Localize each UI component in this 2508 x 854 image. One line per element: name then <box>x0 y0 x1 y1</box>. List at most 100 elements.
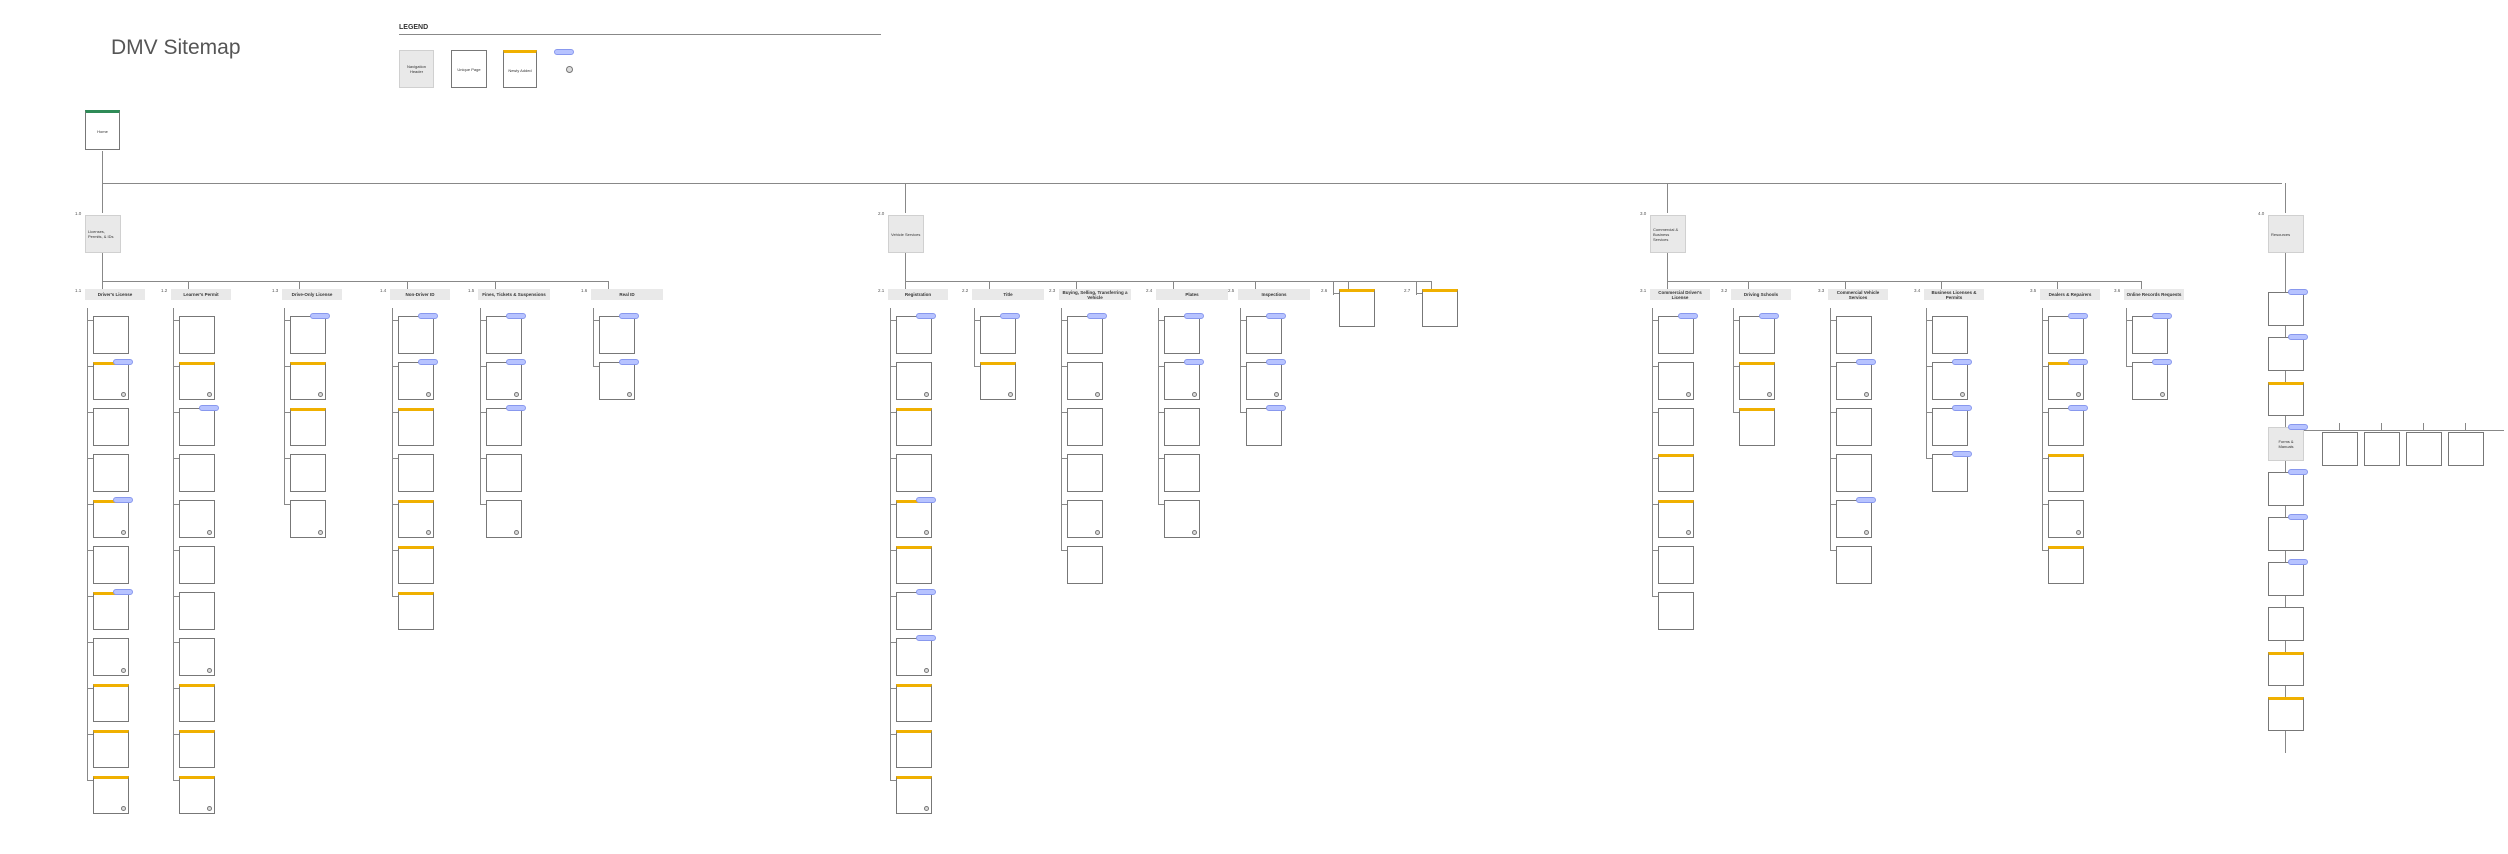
page-node[interactable] <box>179 454 215 492</box>
page-node[interactable] <box>1067 316 1103 354</box>
resource-page[interactable] <box>2268 697 2304 731</box>
page-node[interactable] <box>896 500 932 538</box>
page-node[interactable] <box>486 316 522 354</box>
page-node[interactable] <box>1339 289 1375 327</box>
page-node[interactable] <box>1658 500 1694 538</box>
resource-page[interactable] <box>2268 652 2304 686</box>
page-node[interactable] <box>1164 362 1200 400</box>
page-node[interactable] <box>896 638 932 676</box>
page-node[interactable] <box>896 776 932 814</box>
page-node[interactable] <box>398 454 434 492</box>
resource-page[interactable] <box>2268 337 2304 371</box>
page-node[interactable] <box>486 408 522 446</box>
page-node[interactable] <box>290 500 326 538</box>
page-node[interactable] <box>398 592 434 630</box>
page-node[interactable] <box>1658 362 1694 400</box>
page-node[interactable] <box>179 546 215 584</box>
page-node[interactable] <box>1836 454 1872 492</box>
resource-page[interactable] <box>2268 292 2304 326</box>
page-node[interactable] <box>1658 316 1694 354</box>
page-node[interactable] <box>398 362 434 400</box>
resource-page[interactable] <box>2268 562 2304 596</box>
resource-page[interactable] <box>2268 607 2304 641</box>
page-node[interactable] <box>896 546 932 584</box>
page-node[interactable] <box>486 362 522 400</box>
page-node[interactable] <box>1932 362 1968 400</box>
page-node[interactable] <box>1739 316 1775 354</box>
page-node[interactable] <box>1836 408 1872 446</box>
resource-page[interactable] <box>2268 517 2304 551</box>
page-node[interactable] <box>179 638 215 676</box>
page-node[interactable] <box>290 408 326 446</box>
section-node[interactable]: Vehicle Services <box>888 215 924 253</box>
page-node[interactable] <box>1658 546 1694 584</box>
page-node[interactable] <box>896 684 932 722</box>
resource-page[interactable] <box>2268 472 2304 506</box>
page-node[interactable] <box>486 454 522 492</box>
page-node[interactable] <box>980 362 1016 400</box>
page-node[interactable] <box>93 546 129 584</box>
page-node[interactable] <box>179 592 215 630</box>
page-node[interactable] <box>179 408 215 446</box>
page-node[interactable] <box>1067 546 1103 584</box>
page-node[interactable] <box>1067 500 1103 538</box>
page-node[interactable] <box>599 362 635 400</box>
page-node[interactable] <box>896 362 932 400</box>
column-header[interactable]: Drive-Only License <box>282 289 342 300</box>
page-node[interactable] <box>1164 454 1200 492</box>
page-node[interactable] <box>896 730 932 768</box>
page-node[interactable] <box>179 730 215 768</box>
page-node[interactable] <box>1246 362 1282 400</box>
resource-page[interactable] <box>2268 382 2304 416</box>
page-node[interactable] <box>93 500 129 538</box>
page-node[interactable] <box>1658 592 1694 630</box>
page-node[interactable] <box>1067 408 1103 446</box>
column-header[interactable]: Driving Schools <box>1731 289 1791 300</box>
page-node[interactable] <box>93 638 129 676</box>
page-node[interactable] <box>1658 454 1694 492</box>
page-node[interactable] <box>1164 408 1200 446</box>
section-node[interactable]: Commercial & Business Services <box>1650 215 1686 253</box>
page-node[interactable] <box>93 316 129 354</box>
page-node[interactable] <box>896 454 932 492</box>
page-node[interactable] <box>2048 500 2084 538</box>
column-header[interactable]: Buying, Selling, Transferring a Vehicle <box>1059 289 1131 300</box>
page-node[interactable] <box>93 730 129 768</box>
page-node[interactable] <box>1739 362 1775 400</box>
page-node[interactable] <box>980 316 1016 354</box>
section-node[interactable]: Resources <box>2268 215 2304 253</box>
page-node[interactable] <box>2048 454 2084 492</box>
page-node[interactable] <box>2048 546 2084 584</box>
page-node[interactable] <box>179 362 215 400</box>
page-node[interactable] <box>93 592 129 630</box>
column-header[interactable]: Business Licenses & Permits <box>1924 289 1984 300</box>
page-node[interactable] <box>896 408 932 446</box>
page-node[interactable] <box>398 316 434 354</box>
page-node[interactable] <box>1164 316 1200 354</box>
page-node[interactable] <box>398 546 434 584</box>
page-node[interactable] <box>1836 316 1872 354</box>
page-node[interactable] <box>93 684 129 722</box>
section-node[interactable]: Licenses, Permits, & IDs <box>85 215 121 253</box>
forms-item[interactable] <box>2322 432 2358 466</box>
forms-item[interactable] <box>2448 432 2484 466</box>
page-node[interactable] <box>93 362 129 400</box>
page-node[interactable] <box>1932 316 1968 354</box>
column-header[interactable]: Learner's Permit <box>171 289 231 300</box>
page-node[interactable] <box>896 316 932 354</box>
column-header[interactable]: Dealers & Repairers <box>2040 289 2100 300</box>
column-header[interactable]: Title <box>972 289 1044 300</box>
page-node[interactable] <box>1067 362 1103 400</box>
page-node[interactable] <box>1836 500 1872 538</box>
page-node[interactable] <box>398 500 434 538</box>
page-node[interactable] <box>2048 362 2084 400</box>
page-node[interactable] <box>486 500 522 538</box>
page-node[interactable] <box>179 500 215 538</box>
page-node[interactable] <box>179 684 215 722</box>
column-header[interactable]: Commercial Vehicle Services <box>1828 289 1888 300</box>
column-header[interactable]: Inspections <box>1238 289 1310 300</box>
forms-header[interactable]: Forms & Manuals <box>2268 427 2304 461</box>
page-node[interactable] <box>1246 408 1282 446</box>
forms-item[interactable] <box>2406 432 2442 466</box>
page-node[interactable] <box>179 316 215 354</box>
